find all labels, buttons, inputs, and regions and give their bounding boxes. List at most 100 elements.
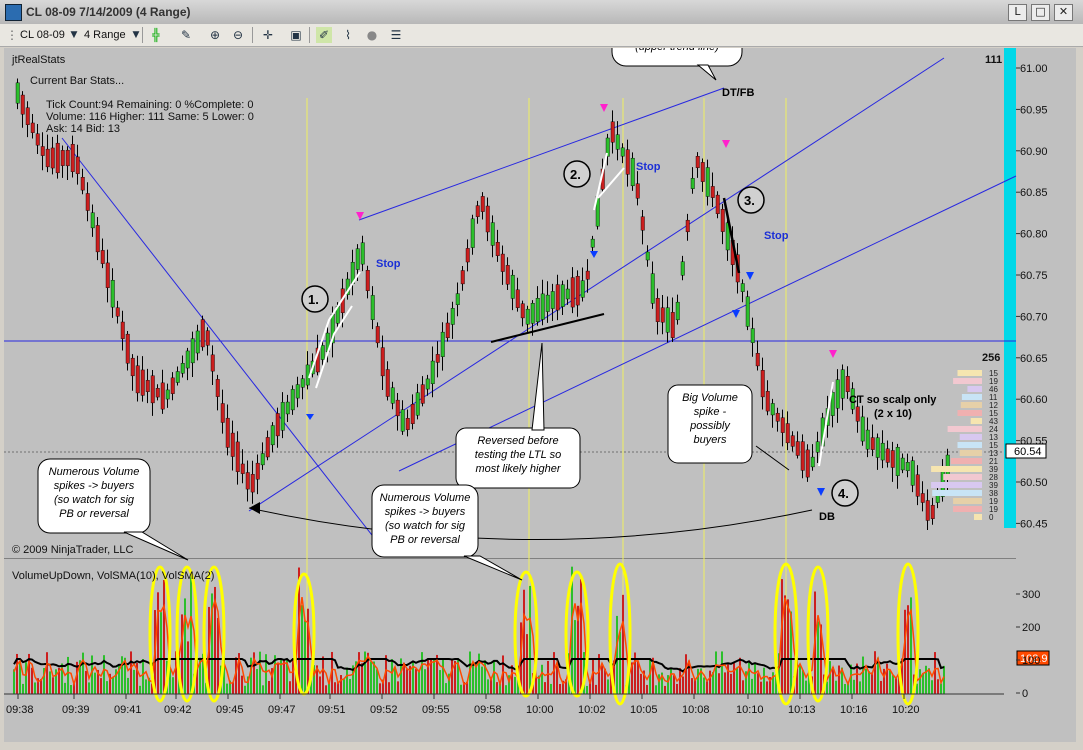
candle-body xyxy=(35,133,40,146)
instrument-selector[interactable]: CL 08-09 xyxy=(20,27,65,43)
candle-body xyxy=(665,307,670,333)
candle-body xyxy=(400,409,405,432)
candle-body xyxy=(485,205,490,233)
profile-bar xyxy=(960,402,982,408)
candle-body xyxy=(750,328,755,343)
candle-body xyxy=(85,193,90,211)
indicator-icon[interactable]: ⌇ xyxy=(340,27,356,43)
properties-icon[interactable]: ▣ xyxy=(288,27,304,43)
candle-body xyxy=(710,186,715,198)
copyright-label: © 2009 NinjaTrader, LLC xyxy=(12,544,133,556)
time-tick-label: 09:41 xyxy=(114,704,142,716)
marker-2: 2. xyxy=(570,167,581,182)
time-tick-label: 09:55 xyxy=(422,704,450,716)
minimize-button[interactable]: L xyxy=(1008,4,1027,21)
chart-toolbar: ⋮ CL 08-09 ▼ 4 Range ▼ ╬ ✎ ⊕ ⊖ ✛ ▣ ✐ ⌇ ●… xyxy=(0,24,1083,47)
window-title: CL 08-09 7/14/2009 (4 Range) xyxy=(26,5,191,19)
callout-big-volume: Big Volume spike -possibly buyers xyxy=(667,384,753,464)
candle-body xyxy=(910,460,915,486)
candle-body xyxy=(905,462,910,471)
stop-label: Stop xyxy=(376,258,401,270)
candle-body xyxy=(695,156,700,168)
stop-label: Stop xyxy=(764,230,789,242)
candle-body xyxy=(280,402,285,431)
stats-header: Current Bar Stats... xyxy=(30,75,124,87)
profile-bar xyxy=(957,410,982,416)
candle-body xyxy=(780,417,785,433)
candle-body xyxy=(180,363,185,374)
strategy-icon[interactable]: ✐ xyxy=(316,27,332,43)
time-tick-label: 09:58 xyxy=(474,704,502,716)
candle-body xyxy=(440,331,445,357)
candle-body xyxy=(455,293,460,305)
candle-body xyxy=(745,296,750,327)
interval-selector[interactable]: 4 Range xyxy=(84,27,126,43)
candle-body xyxy=(480,196,485,212)
stats-line-3: Ask: 14 Bid: 13 xyxy=(46,123,120,135)
candle-body xyxy=(435,354,440,363)
candle-body xyxy=(235,441,240,472)
price-tick-label: 61.00 xyxy=(1020,63,1048,75)
stop-label: Stop xyxy=(636,161,661,173)
chart-trader-icon[interactable]: ☰ xyxy=(388,27,404,43)
candle-body xyxy=(900,457,905,471)
toolbar-divider xyxy=(309,27,310,43)
candle-body xyxy=(870,437,875,450)
candle-body xyxy=(775,412,780,422)
candle-body xyxy=(840,369,845,399)
candle-body xyxy=(445,322,450,339)
candle-body xyxy=(765,391,770,412)
maximize-button[interactable]: □ xyxy=(1031,4,1050,21)
data-box-icon[interactable]: ● xyxy=(364,27,380,43)
price-tick-label: 60.70 xyxy=(1020,311,1048,323)
candle-body xyxy=(685,219,690,233)
candle-body xyxy=(460,270,465,285)
candle-body xyxy=(390,387,395,404)
time-tick-label: 09:39 xyxy=(62,704,90,716)
candle-body xyxy=(65,149,70,167)
candle-body xyxy=(265,437,270,458)
candle-body xyxy=(700,162,705,182)
candle-body xyxy=(515,289,520,308)
price-tick-label: 60.65 xyxy=(1020,353,1048,365)
profile-number: 0 xyxy=(989,513,994,522)
crosshair-icon[interactable]: ✛ xyxy=(260,27,276,43)
candle-body xyxy=(540,293,545,320)
close-button[interactable]: ✕ xyxy=(1054,4,1073,21)
candle-body xyxy=(170,377,175,394)
candle-body xyxy=(785,423,790,444)
candle-body xyxy=(270,425,275,446)
bar-style-icon[interactable]: ╬ xyxy=(148,27,164,43)
candle-body xyxy=(385,369,390,397)
candle-body xyxy=(375,326,380,344)
svg-text:Reversed beforetesting the LTL: Reversed before testing the LTL so most li… xyxy=(475,435,562,475)
candle-body xyxy=(545,294,550,312)
candle-body xyxy=(790,435,795,447)
candle-body xyxy=(885,448,890,463)
candle-body xyxy=(705,167,710,197)
title-bar[interactable]: CL 08-09 7/14/2009 (4 Range) L □ ✕ xyxy=(0,0,1083,25)
candle-body xyxy=(370,295,375,320)
candle-body xyxy=(195,330,200,354)
candle-body xyxy=(915,474,920,497)
candle-body xyxy=(290,389,295,411)
chart-area[interactable]: jtRealStats Current Bar Stats... Tick Co… xyxy=(4,17,1076,742)
candle-body xyxy=(450,308,455,325)
candle-body xyxy=(670,312,675,338)
candle-body xyxy=(120,321,125,339)
profile-bar xyxy=(967,386,982,392)
zoom-out-icon[interactable]: ⊖ xyxy=(230,27,246,43)
price-chart[interactable]: jtRealStats Current Bar Stats... Tick Co… xyxy=(4,17,1076,742)
draw-tool-icon[interactable]: ✎ xyxy=(178,27,194,43)
candle-body xyxy=(275,413,280,437)
time-tick-label: 10:05 xyxy=(630,704,658,716)
candle-body xyxy=(635,183,640,199)
candle-body xyxy=(200,319,205,348)
app-icon xyxy=(5,4,22,21)
candle-body xyxy=(525,308,530,325)
candle-body xyxy=(15,82,20,104)
chevron-down-icon[interactable]: ▼ xyxy=(66,27,82,43)
candle-body xyxy=(230,432,235,457)
db-label: DB xyxy=(819,511,835,523)
zoom-in-icon[interactable]: ⊕ xyxy=(207,27,223,43)
